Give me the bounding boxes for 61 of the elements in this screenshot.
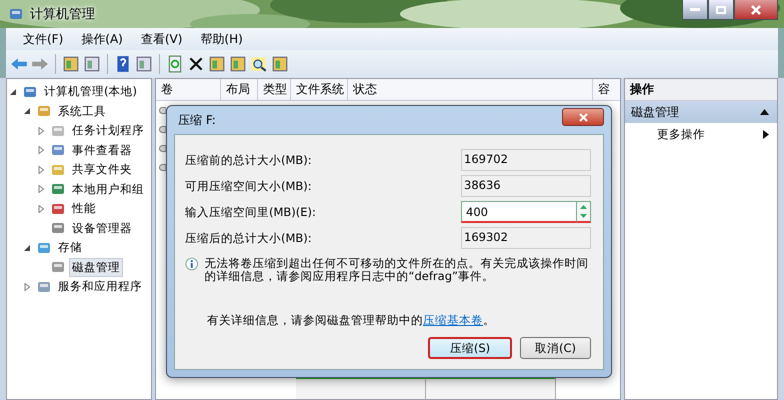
tree-item[interactable]: 任务计划程序 [69,121,147,140]
dialog-button[interactable]: 取消(C) [520,337,591,359]
window-title: 计算机管理 [30,6,95,23]
value-field: 169302 [461,227,591,249]
close-button[interactable] [734,0,778,20]
close-icon [751,4,761,14]
column-header[interactable]: 布局 [221,79,258,100]
input-field[interactable]: 400 [461,201,576,223]
expand-icon[interactable] [37,166,45,174]
menu-item[interactable]: 操作(A) [72,30,132,48]
field-label: 可用压缩空间大小(MB): [185,178,312,194]
tree-item[interactable]: 计算机管理(本地) [41,82,140,102]
expand-icon[interactable] [23,282,31,291]
help-text: 有关详细信息，请参阅磁盘管理帮助中的压缩基本卷。 [206,313,496,328]
submenu-arrow-icon [763,130,769,138]
tree-item[interactable]: 存储 [55,238,85,258]
value-field: 169702 [461,149,591,171]
expand-icon[interactable] [37,146,45,154]
menu-item[interactable]: 文件(F) [14,30,72,48]
tree-item[interactable]: 服务和应用程序 [55,277,145,296]
info-text: 无法将卷压缩到超出任何不可移动的文件所在的点。有关完成该操作时间的详细信息，请参阅应用程序日志中的“defrag”事件。 [204,257,590,283]
tree-item[interactable]: 共享文件夹 [69,160,135,180]
search-icon[interactable] [250,55,268,73]
tree-item[interactable]: 磁盘管理 [69,258,123,277]
minimize-icon [690,8,700,12]
pane-header: 操作 [625,79,777,101]
tree-item[interactable]: 本地用户和组 [69,180,147,199]
column-header[interactable]: 卷 [156,79,221,100]
collapse-icon[interactable] [23,107,31,116]
tree-item[interactable]: 事件查看器 [69,140,135,160]
action-item[interactable]: 更多操作 [625,123,777,145]
expand-icon[interactable] [37,126,45,135]
field-label: 压缩前的总计大小(MB): [185,152,312,168]
delete-icon[interactable] [187,55,205,73]
tree-item[interactable]: 设备管理器 [69,218,135,238]
help-link[interactable]: 压缩基本卷 [423,313,483,328]
field-label: 输入压缩空间里(MB)(E): [185,204,316,220]
menu-item[interactable]: 帮助(H) [191,30,252,48]
section-header[interactable]: 磁盘管理 [625,101,777,123]
column-header[interactable]: 容 [593,79,620,100]
expand-icon[interactable] [37,204,45,213]
info-icon [185,257,199,271]
value-field: 38636 [461,175,591,197]
minimize-button[interactable] [682,0,708,20]
collapse-icon[interactable] [23,244,31,252]
maximize-icon [716,6,726,14]
close-icon [578,112,588,122]
column-header[interactable]: 文件系统 [291,79,348,100]
dialog-button[interactable]: 压缩(S) [428,337,512,359]
refresh-icon[interactable] [166,55,184,73]
column-header[interactable]: 状态 [348,79,593,100]
close-button[interactable] [562,108,604,126]
menu-item[interactable]: 查看(V) [132,30,192,48]
collapse-icon[interactable] [9,88,17,96]
expand-icon[interactable] [37,185,45,194]
tree-item[interactable]: 性能 [69,199,99,218]
dialog-title: 压缩 F: [178,112,216,128]
maximize-button[interactable] [708,0,734,20]
field-label: 压缩后的总计大小(MB): [185,230,312,246]
column-header[interactable]: 类型 [258,79,291,100]
tree-item[interactable]: 系统工具 [55,102,109,121]
